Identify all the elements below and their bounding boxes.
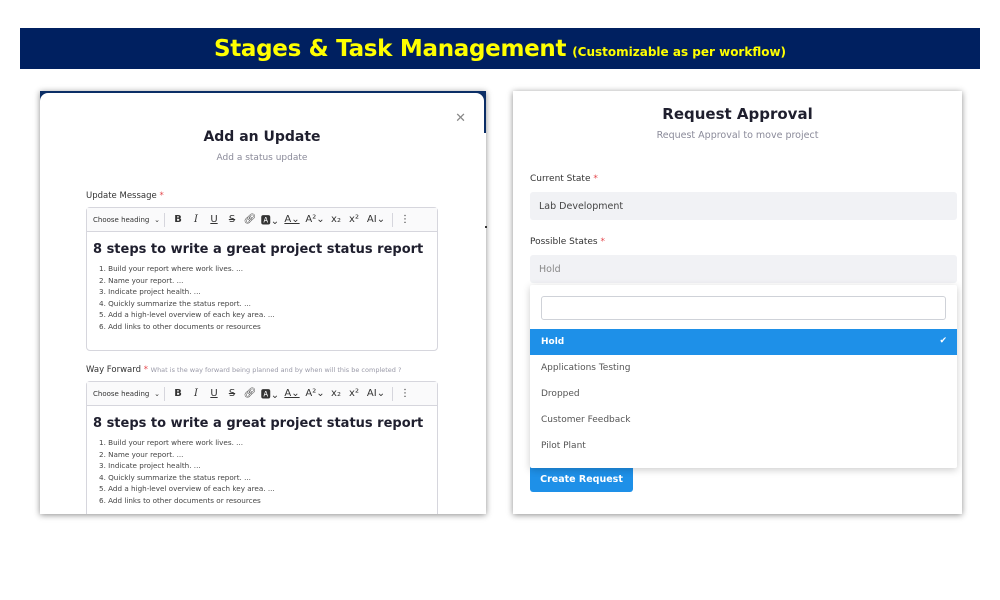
dropdown-option-customer-feedback[interactable]: Customer Feedback — [530, 407, 957, 433]
heading-select-value: Choose heading — [93, 215, 150, 224]
list-item: 6. Add links to other documents or resou… — [99, 321, 261, 331]
italic-button[interactable]: I — [187, 388, 205, 399]
possible-states-select[interactable]: Hold — [530, 255, 957, 283]
required-mark: * — [593, 174, 598, 184]
highlight-color-button[interactable]: 🅰︎⌄ — [259, 212, 281, 227]
update-message-label: Update Message * — [86, 191, 164, 201]
more-options-icon[interactable]: ⋮ — [396, 388, 414, 399]
bold-button[interactable]: B — [169, 388, 187, 399]
chevron-down-icon: ⌄ — [154, 389, 160, 398]
add-update-screenshot: ✕ Add an Update Add a status update Upda… — [40, 91, 486, 514]
way-forward-hint: What is the way forward being planned an… — [150, 366, 402, 374]
chevron-down-icon: ⌄ — [154, 215, 160, 224]
possible-states-label: Possible States * — [530, 237, 605, 247]
update-message-label-text: Update Message — [86, 191, 157, 201]
way-forward-label-text: Way Forward — [86, 365, 141, 375]
list-item: 3. Indicate project health. ... — [99, 287, 201, 296]
strikethrough-button[interactable]: S — [223, 214, 241, 225]
option-label: Hold — [541, 337, 565, 347]
editor-toolbar: Choose heading ⌄ B I U S 🔗︎ 🅰︎⌄ A⌄ A²⌄ x… — [87, 382, 437, 406]
underline-button[interactable]: U — [205, 214, 223, 225]
dropdown-option-dropped[interactable]: Dropped — [530, 381, 957, 407]
possible-states-dropdown: Hold ✔ Applications Testing Dropped Cust… — [530, 285, 957, 468]
list-item: 5. Add a high-level overview of each key… — [99, 310, 275, 319]
list-item: 4. Quickly summarize the status report. … — [99, 298, 251, 308]
bold-button[interactable]: B — [169, 214, 187, 225]
subscript-button[interactable]: x₂ — [327, 214, 345, 225]
modal-subtitle: Add a status update — [216, 153, 308, 163]
superscript-button[interactable]: x² — [345, 388, 363, 399]
list-item: 3. Indicate project health. ... — [99, 461, 201, 470]
heading-select-value: Choose heading — [93, 389, 150, 398]
font-size-button[interactable]: A²⌄ — [303, 214, 327, 225]
current-state-label-text: Current State — [530, 174, 591, 184]
create-request-button[interactable]: Create Request — [530, 464, 633, 492]
dropdown-option-pilot-plant[interactable]: Pilot Plant — [530, 433, 957, 459]
page-banner: Stages & Task Management (Customizable a… — [20, 28, 980, 69]
heading-select[interactable]: Choose heading ⌄ — [93, 212, 165, 227]
italic-button[interactable]: I — [187, 214, 205, 225]
check-icon: ✔ — [939, 336, 947, 346]
list-item: 6. Add links to other documents or resou… — [99, 495, 261, 505]
toolbar-divider — [392, 386, 393, 401]
update-message-editor[interactable]: Choose heading ⌄ B I U S 🔗︎ 🅰︎⌄ A⌄ A²⌄ x… — [86, 207, 438, 351]
list-item: 5. Add a high-level overview of each key… — [99, 484, 275, 493]
approval-subtitle: Request Approval to move project — [656, 130, 819, 141]
list-item: 1. Build your report where work lives. .… — [99, 264, 244, 273]
required-mark: * — [159, 191, 164, 201]
close-icon[interactable]: ✕ — [455, 111, 466, 126]
request-approval-screenshot: Request Approval Request Approval to mov… — [513, 91, 962, 514]
highlight-color-button[interactable]: 🅰︎⌄ — [259, 386, 281, 401]
editor-toolbar: Choose heading ⌄ B I U S 🔗︎ 🅰︎⌄ A⌄ A²⌄ x… — [87, 208, 437, 232]
toolbar-divider — [392, 212, 393, 227]
way-forward-editor[interactable]: Choose heading ⌄ B I U S 🔗︎ 🅰︎⌄ A⌄ A²⌄ x… — [86, 381, 438, 514]
text-style-button[interactable]: AI⌄ — [363, 214, 389, 225]
way-forward-label: Way Forward * What is the way forward be… — [86, 365, 401, 375]
dropdown-search-input[interactable] — [541, 296, 946, 320]
possible-states-label-text: Possible States — [530, 237, 598, 247]
font-size-button[interactable]: A²⌄ — [303, 388, 327, 399]
font-color-button[interactable]: A⌄ — [281, 214, 303, 225]
modal-title: Add an Update — [203, 129, 321, 145]
list-item: 4. Quickly summarize the status report. … — [99, 472, 251, 482]
editor-content[interactable]: 8 steps to write a great project status … — [87, 406, 437, 506]
current-state-label: Current State * — [530, 174, 598, 184]
editor-heading: 8 steps to write a great project status … — [93, 242, 424, 257]
required-mark: * — [143, 365, 148, 375]
text-style-button[interactable]: AI⌄ — [363, 388, 389, 399]
editor-list: 1. Build your report where work lives. .… — [93, 263, 431, 332]
superscript-button[interactable]: x² — [345, 214, 363, 225]
editor-heading: 8 steps to write a great project status … — [93, 416, 424, 431]
banner-subtitle: (Customizable as per workflow) — [572, 44, 787, 59]
list-item: 1. Build your report where work lives. .… — [99, 438, 244, 447]
more-options-icon[interactable]: ⋮ — [396, 214, 414, 225]
editor-content[interactable]: 8 steps to write a great project status … — [87, 232, 437, 332]
separator-dot — [485, 226, 487, 228]
heading-select[interactable]: Choose heading ⌄ — [93, 386, 165, 401]
list-item: 2. Name your report. ... — [99, 449, 184, 459]
current-state-field: Lab Development — [530, 192, 957, 220]
approval-title: Request Approval — [662, 105, 813, 123]
dropdown-option-hold[interactable]: Hold ✔ — [530, 329, 957, 355]
strikethrough-button[interactable]: S — [223, 388, 241, 399]
editor-list: 1. Build your report where work lives. .… — [93, 437, 431, 506]
list-item: 2. Name your report. ... — [99, 275, 184, 285]
banner-title: Stages & Task Management — [213, 35, 567, 62]
font-color-button[interactable]: A⌄ — [281, 388, 303, 399]
link-icon[interactable]: 🔗︎ — [241, 388, 259, 399]
subscript-button[interactable]: x₂ — [327, 388, 345, 399]
link-icon[interactable]: 🔗︎ — [241, 214, 259, 225]
dropdown-option-applications-testing[interactable]: Applications Testing — [530, 355, 957, 381]
required-mark: * — [600, 237, 606, 247]
add-update-modal: ✕ Add an Update Add a status update Upda… — [40, 93, 484, 514]
underline-button[interactable]: U — [205, 388, 223, 399]
